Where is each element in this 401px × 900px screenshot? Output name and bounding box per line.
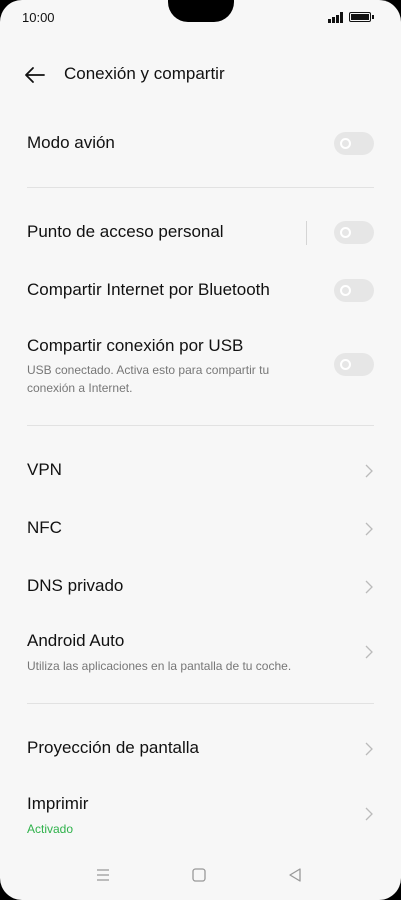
page-title: Conexión y compartir <box>64 64 225 83</box>
usb-tethering-row[interactable]: Compartir conexión por USB USB conectado… <box>0 328 401 404</box>
android-auto-label: Android Auto <box>27 631 125 650</box>
hotspot-row[interactable]: Punto de acceso personal <box>0 210 401 256</box>
battery-icon <box>349 12 374 22</box>
nfc-label: NFC <box>27 518 62 537</box>
screen-cast-row[interactable]: Proyección de pantalla <box>0 726 401 772</box>
vpn-label: VPN <box>27 460 62 479</box>
hotspot-toggle[interactable] <box>334 221 374 244</box>
chevron-right-icon <box>365 522 373 536</box>
chevron-right-icon <box>365 645 373 659</box>
android-auto-row[interactable]: Android Auto Utiliza las aplicaciones en… <box>0 622 401 684</box>
print-row[interactable]: Imprimir Activado <box>0 784 401 842</box>
status-time: 10:00 <box>22 10 55 25</box>
page-header: Conexión y compartir <box>0 52 401 96</box>
private-dns-row[interactable]: DNS privado <box>0 564 401 610</box>
usb-tethering-subtitle: USB conectado. Activa esto para comparti… <box>27 363 270 395</box>
private-dns-label: DNS privado <box>27 576 124 595</box>
print-status: Activado <box>27 822 74 836</box>
signal-icon <box>328 12 344 23</box>
nfc-row[interactable]: NFC <box>0 506 401 552</box>
row-separator <box>306 221 307 245</box>
status-bar: 10:00 <box>0 0 401 36</box>
bluetooth-tethering-toggle[interactable] <box>334 279 374 302</box>
back-triangle-icon[interactable] <box>284 864 306 886</box>
home-square-icon[interactable] <box>188 864 210 886</box>
navigation-bar <box>0 856 401 896</box>
hotspot-label: Punto de acceso personal <box>27 222 224 241</box>
menu-icon[interactable] <box>92 864 114 886</box>
chevron-right-icon <box>365 807 373 821</box>
chevron-right-icon <box>365 464 373 478</box>
usb-tethering-toggle[interactable] <box>334 353 374 376</box>
bluetooth-tethering-label: Compartir Internet por Bluetooth <box>27 280 270 299</box>
chevron-right-icon <box>365 580 373 594</box>
bluetooth-tethering-row[interactable]: Compartir Internet por Bluetooth <box>0 268 401 314</box>
vpn-row[interactable]: VPN <box>0 448 401 494</box>
camera-notch <box>168 0 234 22</box>
usb-tethering-label: Compartir conexión por USB <box>27 336 244 355</box>
android-auto-subtitle: Utiliza las aplicaciones en la pantalla … <box>27 659 292 673</box>
divider <box>27 187 374 188</box>
divider <box>27 703 374 704</box>
airplane-mode-row[interactable]: Modo avión <box>0 120 401 168</box>
arrow-left-icon[interactable] <box>22 62 48 88</box>
airplane-mode-label: Modo avión <box>27 133 115 152</box>
print-label: Imprimir <box>27 794 89 813</box>
chevron-right-icon <box>365 742 373 756</box>
screen-cast-label: Proyección de pantalla <box>27 738 200 757</box>
phone-screen: 10:00 Conexión y compartir Modo avión Pu… <box>0 0 401 900</box>
airplane-mode-toggle[interactable] <box>334 132 374 155</box>
divider <box>27 425 374 426</box>
